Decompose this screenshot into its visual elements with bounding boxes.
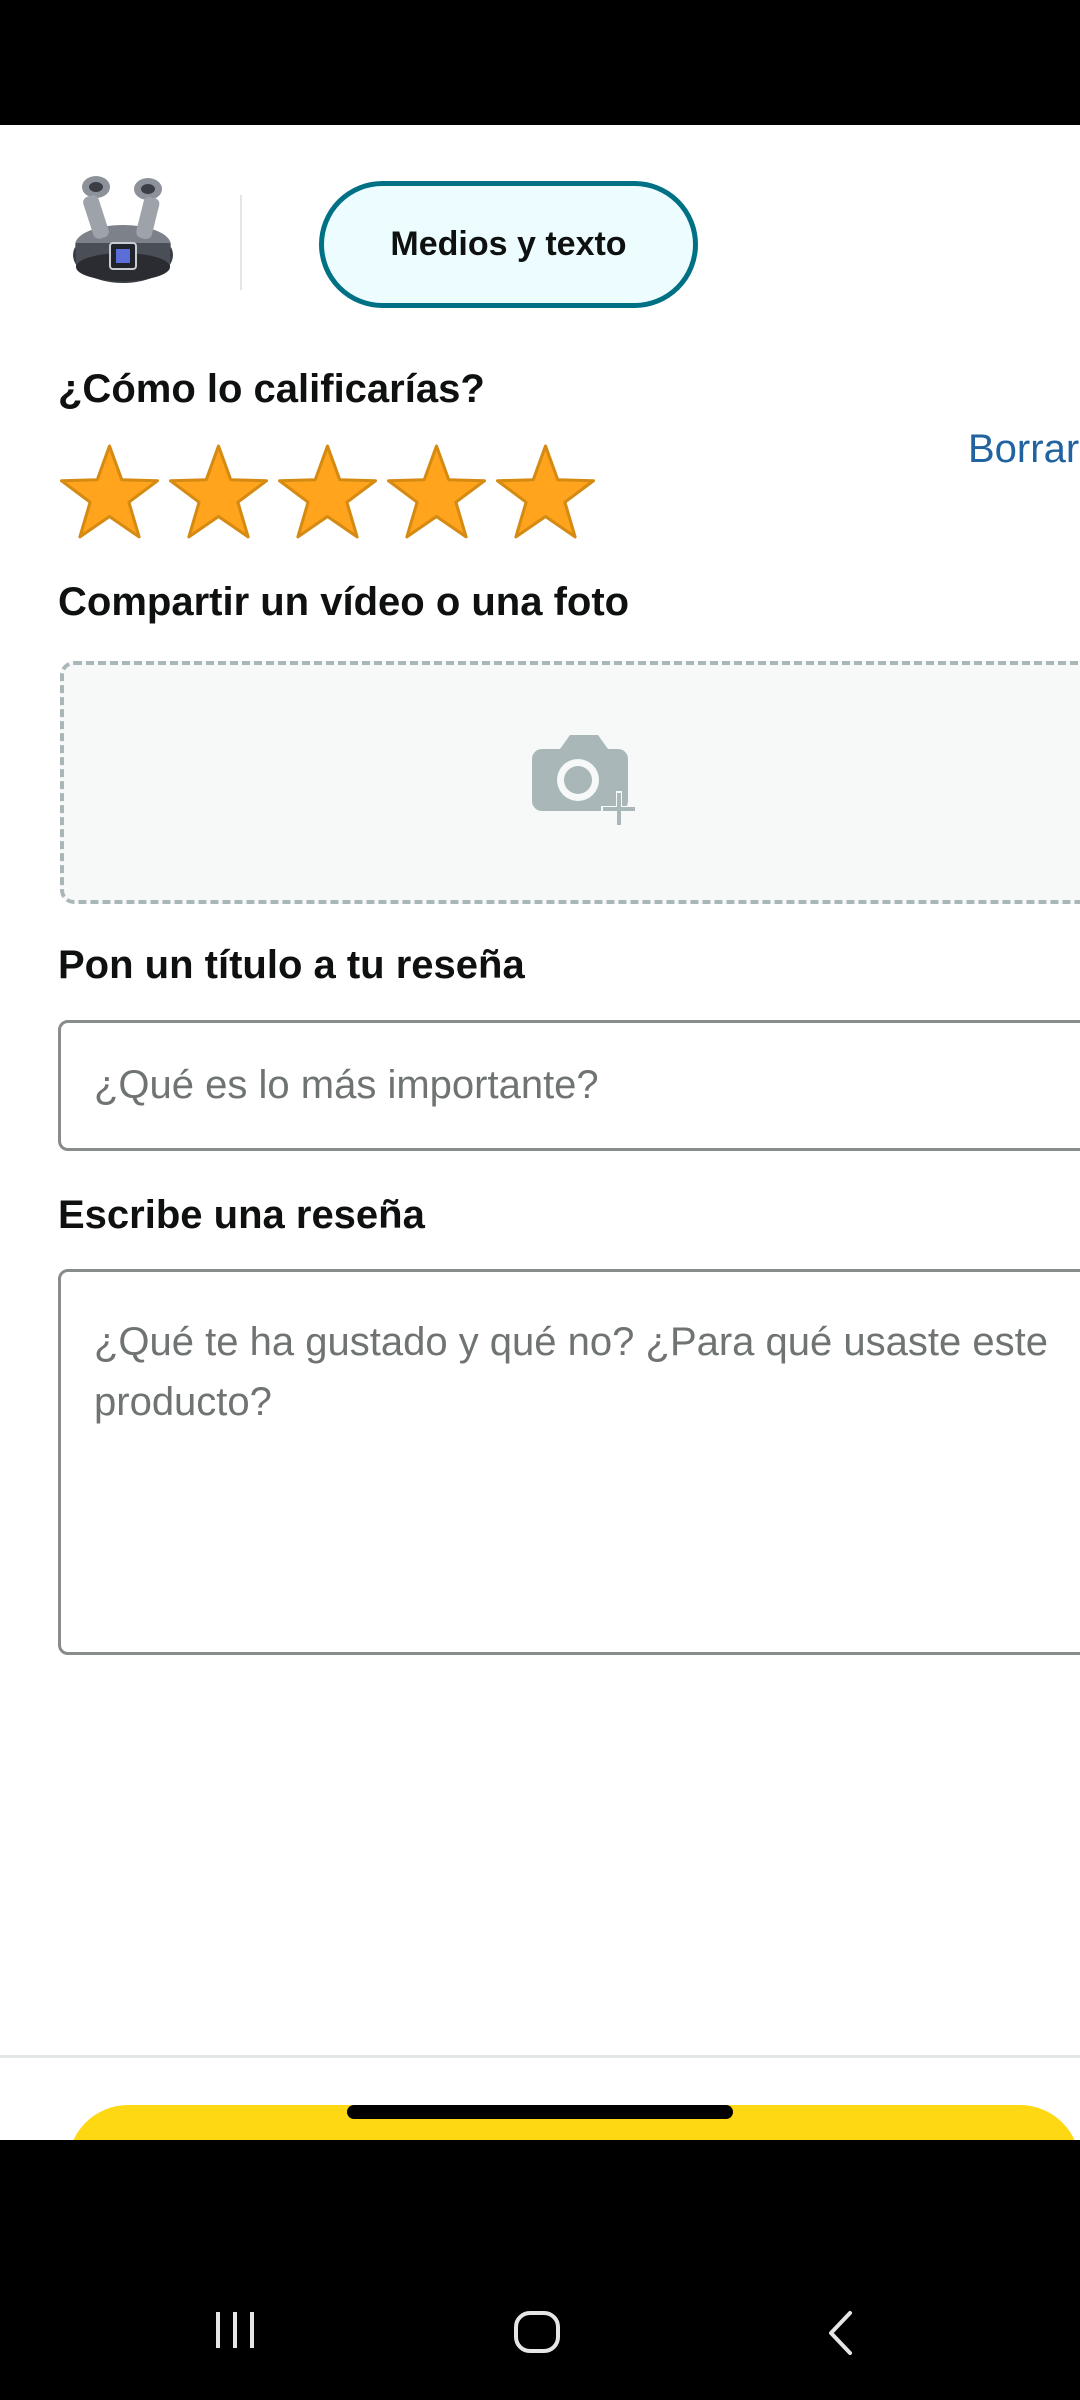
star-rating (58, 443, 597, 543)
review-body-textarea[interactable]: ¿Qué te ha gustado y qué no? ¿Para qué u… (58, 1269, 1080, 1655)
review-title-placeholder: ¿Qué es lo más importante? (94, 1063, 599, 1107)
back-icon[interactable] (824, 2310, 858, 2356)
media-label: Compartir un vídeo o una foto (58, 580, 630, 624)
tab-media-and-text[interactable]: Medios y texto (319, 181, 698, 308)
footer-divider (0, 2055, 1080, 2058)
review-field-label: Escribe una reseña (58, 1193, 425, 1237)
home-icon[interactable] (512, 2310, 562, 2354)
rating-question: ¿Cómo lo calificarías? (58, 367, 485, 411)
recent-apps-icon[interactable] (212, 2310, 258, 2350)
title-field-label: Pon un título a tu reseña (58, 943, 525, 987)
star-2-icon[interactable] (167, 443, 270, 541)
star-5-icon[interactable] (494, 443, 597, 541)
header-row: Medios y texto (0, 125, 1080, 340)
home-indicator (347, 2105, 733, 2119)
star-4-icon[interactable] (385, 443, 488, 541)
tab-media-and-text-label: Medios y texto (390, 225, 627, 263)
header-divider (240, 195, 242, 290)
clear-rating-link[interactable]: Borrar (968, 427, 1079, 472)
star-1-icon[interactable] (58, 443, 161, 541)
review-screen: Medios y texto ¿Cómo lo calificarías? Bo… (0, 125, 1080, 2140)
review-body-placeholder: ¿Qué te ha gustado y qué no? ¿Para qué u… (94, 1320, 1048, 1424)
system-nav-bar (0, 2140, 1080, 2400)
media-upload-area[interactable] (60, 661, 1080, 904)
camera-plus-icon (532, 735, 637, 827)
review-title-input[interactable]: ¿Qué es lo más importante? (58, 1020, 1080, 1151)
product-thumbnail (68, 167, 178, 285)
status-bar (0, 0, 1080, 125)
star-3-icon[interactable] (276, 443, 379, 541)
